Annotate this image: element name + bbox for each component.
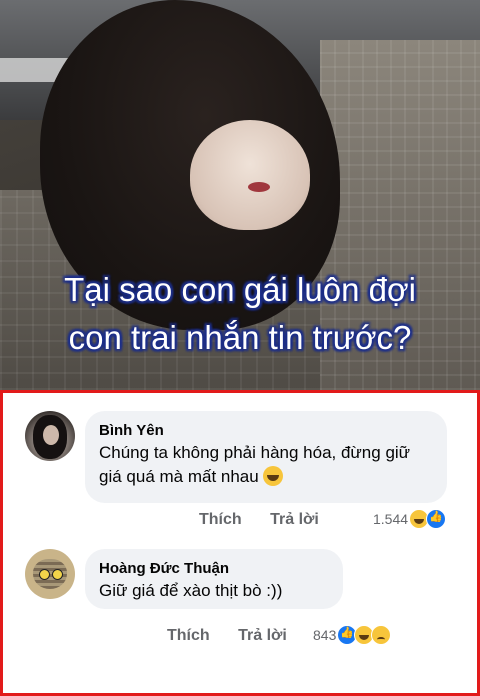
reaction-count: 1.544 bbox=[373, 511, 409, 527]
headline-line-2: con trai nhắn tin trước? bbox=[68, 319, 412, 356]
comment-author[interactable]: Hoàng Đức Thuận bbox=[99, 559, 329, 579]
like-button[interactable]: Thích bbox=[167, 627, 210, 645]
post-headline: Tại sao con gái luôn đợi con trai nhắn t… bbox=[0, 266, 480, 362]
post-photo: Tại sao con gái luôn đợi con trai nhắn t… bbox=[0, 0, 480, 390]
comment-text: Chúng ta không phải hàng hóa, đừng giữ g… bbox=[99, 443, 411, 486]
comment-author[interactable]: Bình Yên bbox=[99, 421, 433, 441]
laughing-emoji-icon bbox=[262, 466, 283, 486]
comment-text: Giữ giá để xào thịt bò :)) bbox=[99, 581, 283, 600]
comment-bubble: Bình Yên Chúng ta không phải hàng hóa, đ… bbox=[85, 411, 447, 503]
avatar[interactable] bbox=[25, 549, 75, 599]
face bbox=[190, 120, 310, 230]
comments-panel: Bình Yên Chúng ta không phải hàng hóa, đ… bbox=[0, 390, 480, 696]
reply-button[interactable]: Trả lời bbox=[270, 511, 319, 529]
like-icon bbox=[426, 509, 447, 529]
reaction-count: 843 bbox=[313, 627, 337, 643]
headline-line-1: Tại sao con gái luôn đợi bbox=[64, 271, 416, 308]
comment-bubble: Hoàng Đức Thuận Giữ giá để xào thịt bò :… bbox=[85, 549, 343, 609]
sad-icon bbox=[371, 625, 392, 645]
reaction-summary[interactable]: 1.544 bbox=[373, 509, 447, 529]
reaction-summary[interactable]: 843 bbox=[313, 625, 392, 645]
comment-actions: Thích Trả lời bbox=[167, 627, 311, 645]
comment-actions: Thích Trả lời bbox=[199, 511, 343, 529]
reply-button[interactable]: Trả lời bbox=[238, 627, 287, 645]
like-button[interactable]: Thích bbox=[199, 511, 242, 529]
lips bbox=[248, 182, 270, 192]
avatar[interactable] bbox=[25, 411, 75, 461]
